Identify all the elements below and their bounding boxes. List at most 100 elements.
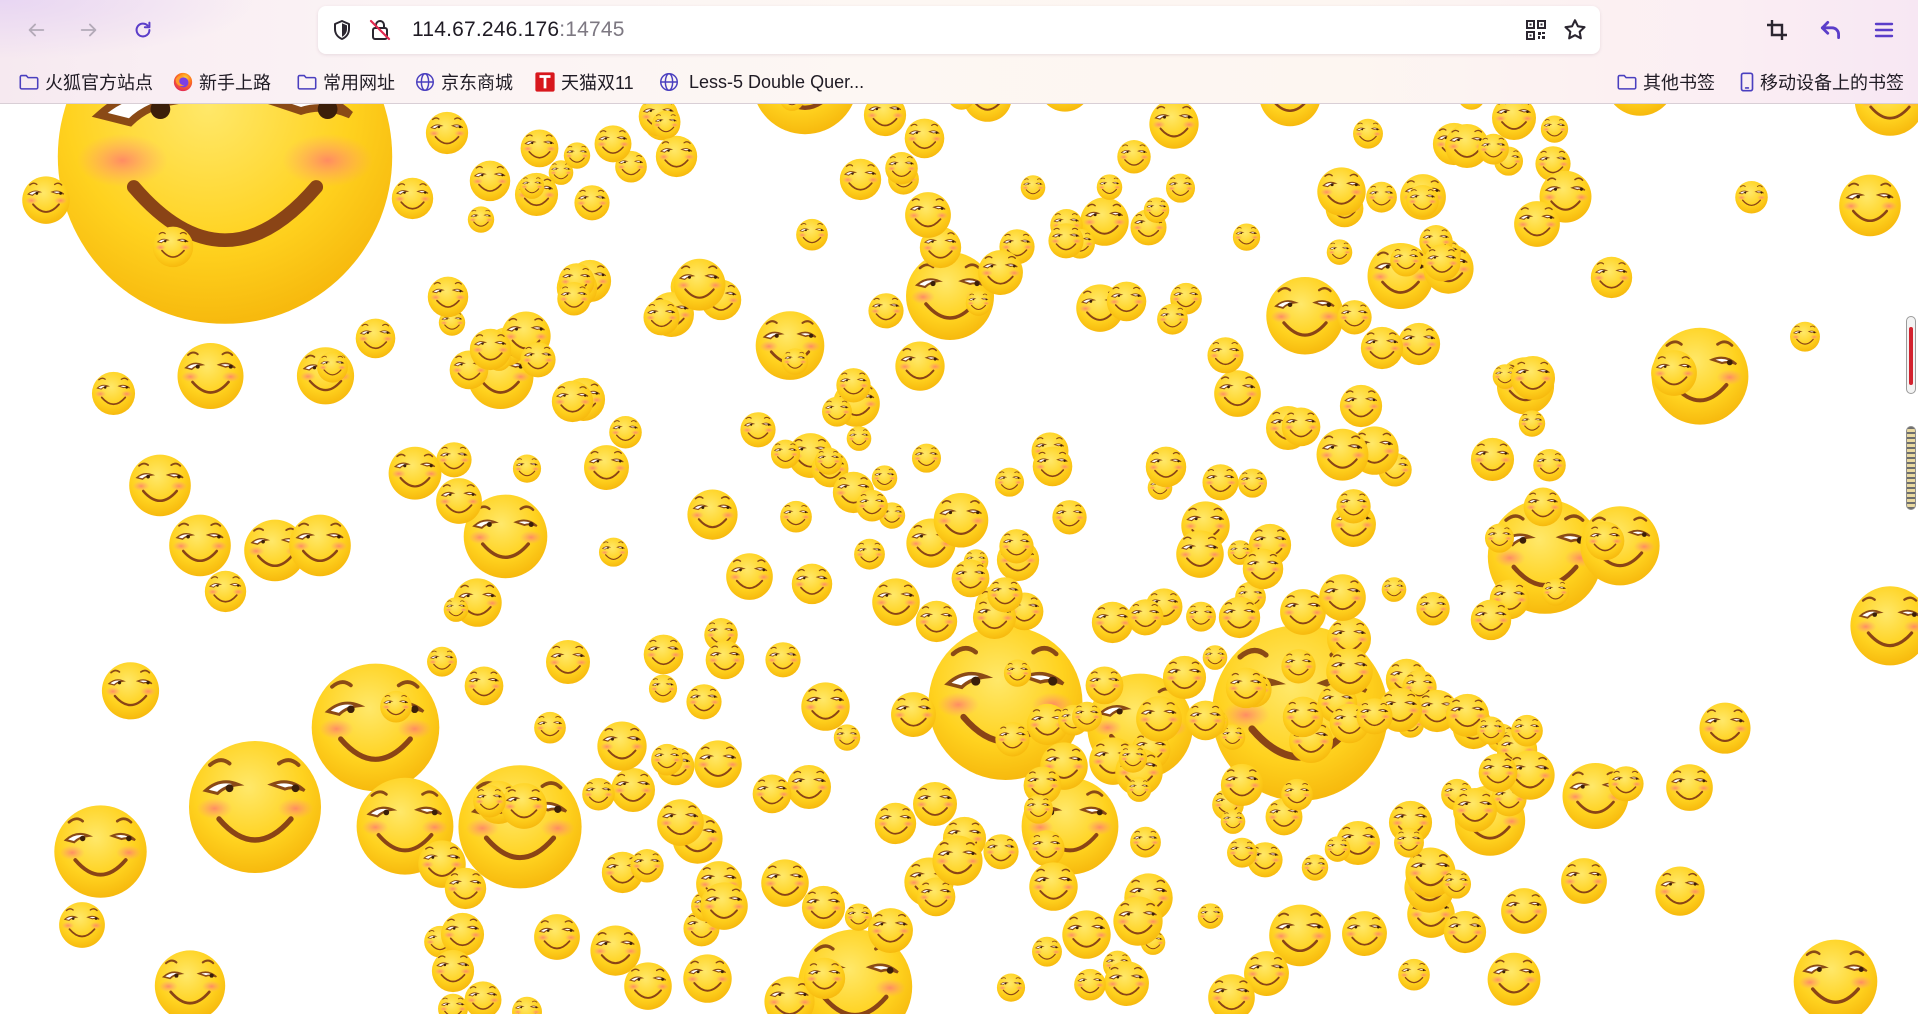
app-menu-button[interactable] (1868, 14, 1900, 46)
smiley-emoji (202, 567, 249, 614)
smiley-emoji (834, 365, 873, 404)
bookmarks-toolbar: 火狐官方站点 新手上路 常用网址 京东商城 天猫双11 Less-5 Doubl… (0, 64, 1918, 100)
smiley-emoji (442, 864, 489, 911)
smiley-emoji (684, 681, 724, 721)
smiley-emoji (511, 452, 543, 484)
bookmark-less-5[interactable]: Less-5 Double Quer... (658, 68, 864, 96)
smiley-emoji (35, 104, 415, 339)
smiley-emoji (385, 442, 445, 502)
smiley-emoji (1050, 497, 1089, 536)
smiley-emoji (56, 898, 108, 950)
reload-button[interactable] (126, 13, 160, 47)
smiley-emoji (680, 950, 735, 1005)
smiley-emoji (910, 441, 943, 474)
smiley-emoji (1421, 241, 1463, 283)
smiley-emoji (758, 855, 812, 909)
smiley-emoji (1219, 807, 1247, 835)
bookmark-label: 火狐官方站点 (45, 73, 153, 93)
scroll-grip[interactable] (1906, 426, 1916, 510)
smiley-emoji (1508, 352, 1558, 402)
smiley-emoji (285, 509, 355, 579)
smiley-emoji (1323, 834, 1352, 863)
smiley-emoji (1072, 966, 1108, 1002)
smiley-emoji (89, 368, 138, 417)
smiley-emoji (892, 337, 948, 393)
smiley-emoji (518, 126, 561, 169)
smiley-emoji (930, 488, 992, 550)
smiley-emoji (597, 535, 630, 568)
forward-button[interactable] (72, 13, 106, 47)
smiley-emoji (1164, 171, 1197, 204)
back-button[interactable] (19, 13, 53, 47)
bookmark-mobile[interactable]: 移动设备上的书签 (1736, 68, 1904, 96)
undo-close-tab-button[interactable] (1815, 14, 1847, 46)
scrollbar[interactable] (1904, 104, 1918, 1014)
bookmark-common-sites[interactable]: 常用网址 (296, 68, 395, 96)
smiley-emoji (580, 775, 617, 812)
bookmark-firefox-official[interactable]: 火狐官方站点 (18, 68, 153, 96)
smiley-emoji (1022, 792, 1055, 825)
smiley-emoji (1125, 775, 1153, 803)
smiley-emoji (837, 155, 884, 202)
smiley-emoji (510, 994, 544, 1014)
smiley-emoji (592, 122, 634, 164)
smiley-emoji (1183, 697, 1228, 742)
smiley-emoji (854, 487, 890, 523)
smiley-emoji (1663, 760, 1716, 813)
smiley-emoji (1540, 576, 1571, 607)
smiley-emoji (1200, 461, 1241, 502)
smiley-emoji (1358, 323, 1406, 371)
url-bar[interactable]: 114.67.246.176:14745 (318, 6, 1600, 54)
smiley-emoji (845, 424, 873, 452)
bookmark-getting-started[interactable]: 新手上路 (172, 68, 271, 96)
smiley-emoji (1231, 221, 1262, 252)
smiley-emoji (1030, 934, 1064, 968)
smiley-emoji (1652, 862, 1708, 918)
smiley-emoji (378, 688, 414, 724)
smiley-emoji (1205, 970, 1258, 1014)
smiley-emoji (471, 782, 508, 819)
browser-toolbar: 114.67.246.176:14745 火狐官方站点 新手上路 常用网址 京东… (0, 0, 1918, 104)
smiley-emoji (1128, 824, 1163, 859)
smiley-emoji (1483, 521, 1516, 554)
smiley-emoji (549, 377, 596, 424)
scroll-thumb[interactable] (1906, 316, 1916, 394)
smiley-emoji (466, 204, 496, 234)
smiley-emoji (1280, 693, 1326, 739)
smiley-emoji (750, 771, 794, 815)
smiley-emoji (1588, 253, 1635, 300)
smiley-emoji (1354, 695, 1395, 736)
screenshot-button[interactable] (1761, 14, 1793, 46)
smiley-emoji (1019, 173, 1047, 201)
smiley-emoji (1035, 104, 1095, 114)
smiley-emoji (1143, 443, 1189, 489)
smiley-emoji (315, 349, 350, 384)
smiley-emoji (1155, 301, 1190, 336)
bookmark-other[interactable]: 其他书签 (1616, 68, 1715, 96)
smiley-emoji (650, 108, 682, 140)
url-host: 114.67.246.176 (412, 18, 560, 41)
smiley-emoji (1339, 907, 1390, 958)
smiley-emoji (1255, 104, 1325, 129)
globe-icon (414, 71, 436, 93)
qr-code-icon[interactable] (1524, 18, 1548, 42)
smiley-emoji (723, 549, 776, 602)
smiley-emoji (866, 290, 906, 330)
bookmark-star-icon[interactable] (1562, 17, 1588, 43)
smiley-emoji (1115, 137, 1153, 175)
shield-icon[interactable] (330, 18, 354, 42)
smiley-emoji (929, 831, 986, 888)
smiley-emoji (910, 778, 960, 828)
smiley-emoji (1733, 178, 1770, 215)
smiley-emoji (462, 663, 506, 707)
smiley-emoji (1539, 113, 1570, 144)
bookmark-jd[interactable]: 京东商城 (414, 68, 513, 96)
insecure-lock-icon[interactable] (368, 18, 392, 42)
url-text[interactable]: 114.67.246.176:14745 (412, 17, 625, 43)
bookmark-tmall[interactable]: 天猫双11 (534, 68, 634, 96)
smiley-emoji (1392, 825, 1426, 859)
smiley-emoji (794, 216, 830, 252)
smiley-emoji (1026, 858, 1081, 913)
smiley-emoji (1441, 907, 1489, 955)
smiley-emoji (1216, 593, 1263, 640)
